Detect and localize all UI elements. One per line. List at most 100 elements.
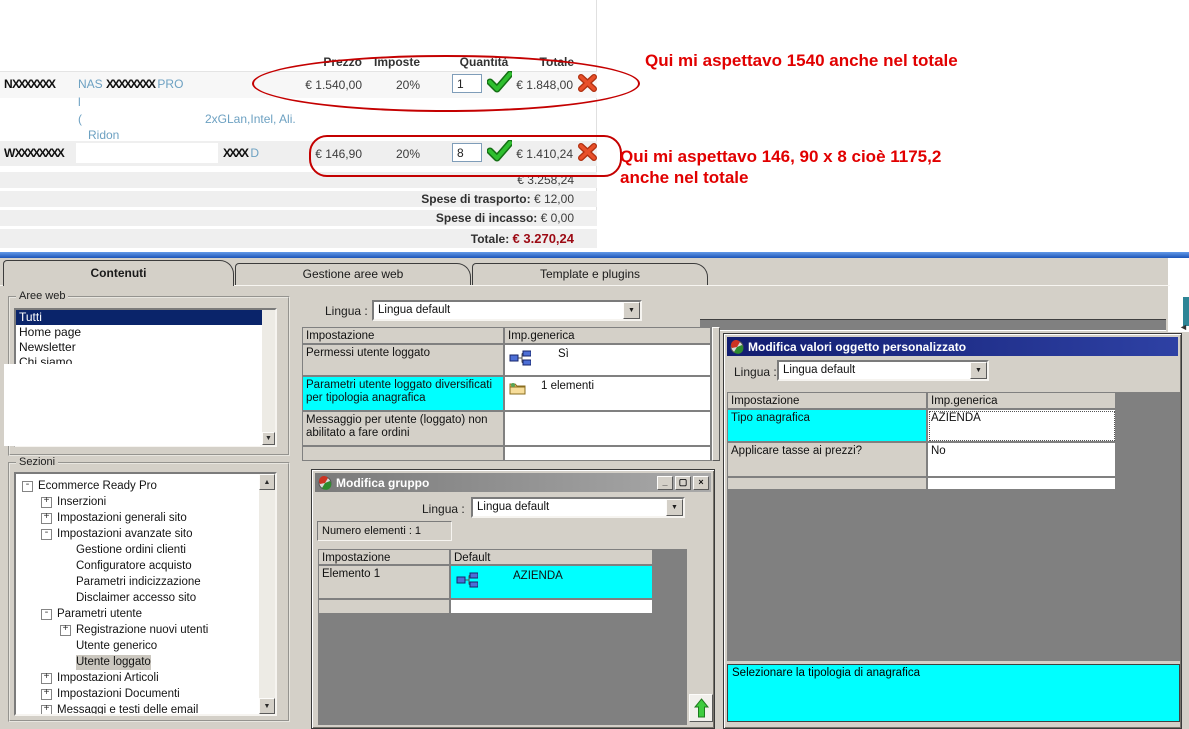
tree-item-gestione-ordini-clienti[interactable]: Gestione ordini clienti: [16, 542, 275, 558]
sezioni-tree[interactable]: - Ecommerce Ready Pro + Inserzioni + Imp…: [14, 472, 277, 716]
lingua-dropdown[interactable]: Lingua default ▼: [372, 300, 642, 321]
dialog-title: Modifica gruppo: [336, 475, 430, 490]
gruppo-row-name[interactable]: Elemento 1: [319, 566, 450, 599]
item2-code: W XXXXXXXX: [4, 146, 65, 160]
item1-desc-line3-prefix: (: [78, 112, 82, 126]
folder-icon: [509, 383, 526, 395]
modifica-valori-titlebar[interactable]: Modifica valori oggetto personalizzato: [727, 337, 1178, 356]
scroll-down-button[interactable]: ▼: [259, 698, 275, 714]
item2-confirm-check-icon[interactable]: [487, 140, 512, 162]
tree-item-ecommerce-ready-pro[interactable]: - Ecommerce Ready Pro: [16, 478, 275, 494]
item1-desc-line3: 2xGLan,Intel, Ali.: [205, 112, 296, 126]
setting-name-permessi[interactable]: Permessi utente loggato: [303, 345, 504, 376]
dropdown-arrow-icon[interactable]: ▼: [666, 499, 683, 516]
dialog-modifica-valori: Modifica valori oggetto personalizzato L…: [723, 333, 1182, 729]
close-button[interactable]: ×: [693, 475, 709, 490]
valori-value-applicare-tasse[interactable]: No: [928, 443, 1116, 477]
list-item-newsletter[interactable]: Newsletter: [16, 340, 262, 355]
minimize-button[interactable]: _: [657, 475, 673, 490]
app-icon: [730, 339, 744, 354]
tree-item-messaggi-e-testi-delle-email[interactable]: + Messaggi e testi delle email: [16, 702, 275, 714]
valori-header-imp-generica: Imp.generica: [928, 393, 1116, 409]
setting-value-permessi[interactable]: Sì: [505, 345, 711, 376]
tab-template-e-plugins[interactable]: Template e plugins: [472, 263, 708, 286]
item1-confirm-check-icon[interactable]: [487, 71, 512, 93]
setting-value-parametri-diversificati[interactable]: 1 elementi: [505, 377, 711, 411]
item2-qty-input[interactable]: [452, 143, 482, 162]
tree-expander[interactable]: -: [41, 529, 52, 540]
tree-expander[interactable]: +: [41, 689, 52, 700]
setting-value-messaggio-utente[interactable]: [505, 412, 711, 446]
tree-expander[interactable]: +: [41, 673, 52, 684]
tree-item-registrazione-nuovi-utenti[interactable]: + Registrazione nuovi utenti: [16, 622, 275, 638]
col-totale: Totale: [539, 55, 574, 69]
tree-item-parametri-indicizzazione[interactable]: Parametri indicizzazione: [16, 574, 275, 590]
tree-item-parametri-utente[interactable]: - Parametri utente: [16, 606, 275, 622]
scroll-left-icon[interactable]: ◄: [1179, 322, 1188, 332]
dropdown-arrow-icon[interactable]: ▼: [623, 302, 640, 319]
grand-total-value: € 3.270,24: [512, 231, 574, 246]
tree-item-utente-loggato[interactable]: Utente loggato: [16, 654, 275, 670]
gruppo-lingua-dropdown[interactable]: Lingua default ▼: [471, 497, 685, 518]
tree-expander[interactable]: -: [41, 609, 52, 620]
gruppo-header-default: Default: [451, 550, 653, 565]
collection-row: Spese di incasso: € 0,00: [0, 210, 597, 226]
tree-expander[interactable]: +: [60, 625, 71, 636]
tree-item-impostazioni-generali-sito[interactable]: + Impostazioni generali sito: [16, 510, 275, 526]
item1-desc-line4: Ridon: [88, 128, 120, 142]
item2-delete-icon[interactable]: [578, 143, 597, 161]
tree-expander[interactable]: +: [41, 705, 52, 714]
shipping-label: Spese di trasporto:: [421, 192, 531, 206]
collection-value: € 0,00: [540, 211, 574, 225]
col-imposte: Imposte: [373, 55, 420, 69]
tree-item-impostazioni-articoli[interactable]: + Impostazioni Articoli: [16, 670, 275, 686]
tab-gestione-aree-web[interactable]: Gestione aree web: [235, 263, 471, 286]
valori-name-tipo-anagrafica[interactable]: Tipo anagrafica: [728, 410, 927, 442]
tree-item-disclaimer-accesso-sito[interactable]: Disclaimer accesso sito: [16, 590, 275, 606]
list-item-home-page[interactable]: Home page: [16, 325, 262, 340]
numero-elementi-box: Numero elementi : 1: [317, 521, 452, 541]
aree-web-scrollbar[interactable]: ▼: [262, 310, 275, 445]
setting-name-parametri-diversificati[interactable]: Parametri utente loggato diversificati p…: [303, 377, 504, 411]
tree-item-inserzioni[interactable]: + Inserzioni: [16, 494, 275, 510]
modifica-gruppo-titlebar[interactable]: Modifica gruppo _ ▢ ×: [315, 473, 711, 492]
sezioni-label: Sezioni: [16, 456, 59, 468]
tab-contenuti[interactable]: Contenuti: [3, 260, 234, 286]
green-up-arrow-icon: [693, 698, 709, 718]
valori-value-tipo-anagrafica[interactable]: AZIENDA: [928, 410, 1116, 442]
tree-item-impostazioni-documenti[interactable]: + Impostazioni Documenti: [16, 686, 275, 702]
annotation-note2-line1: Qui mi aspettavo 146, 90 x 8 cioè 1175,2: [620, 147, 942, 166]
col-prezzo: Prezzo: [323, 55, 362, 69]
setting-name-messaggio-utente[interactable]: Messaggio per utente (loggato) non abili…: [303, 412, 504, 446]
valori-name-applicare-tasse[interactable]: Applicare tasse ai prezzi?: [728, 443, 927, 477]
gruppo-row-value[interactable]: AZIENDA: [451, 566, 653, 599]
item2-name-suffix: D: [250, 146, 260, 160]
tree-expander[interactable]: -: [22, 481, 33, 492]
item1-tax: 20%: [395, 78, 420, 92]
tree-item-impostazioni-avanzate-sito[interactable]: - Impostazioni avanzate sito: [16, 526, 275, 542]
sezioni-scrollbar[interactable]: ▲ ▼: [259, 474, 275, 714]
valori-lingua-dropdown[interactable]: Lingua default ▼: [777, 360, 989, 381]
settings-scrollbar[interactable]: [712, 327, 720, 461]
tree-item-configuratore-acquisto[interactable]: Configuratore acquisto: [16, 558, 275, 574]
maximize-button[interactable]: ▢: [675, 475, 691, 490]
valori-table: Impostazione Imp.generica Tipo anagrafic…: [727, 392, 1117, 490]
list-item-tutti[interactable]: Tutti: [16, 310, 262, 325]
item1-delete-icon[interactable]: [578, 74, 597, 92]
item1-code: N XXXXXXX: [4, 77, 56, 91]
scroll-up-button[interactable]: ▲: [259, 474, 275, 490]
tree-item-utente-generico[interactable]: Utente generico: [16, 638, 275, 654]
grand-total-row: Totale: € 3.270,24: [0, 229, 597, 248]
setting-empty-name: [303, 447, 504, 461]
tree-expander[interactable]: +: [41, 497, 52, 508]
tree-expander[interactable]: +: [41, 513, 52, 524]
dropdown-arrow-icon[interactable]: ▼: [970, 362, 987, 379]
move-up-button[interactable]: [689, 694, 713, 722]
item1-name-suffix: PRO: [157, 77, 184, 91]
item1-qty-input[interactable]: [452, 74, 482, 93]
setting-empty-value: [505, 447, 711, 461]
hierarchy-icon: [509, 350, 531, 366]
settings-table: Impostazione Imp.generica Permessi utent…: [302, 327, 712, 461]
scroll-down-button[interactable]: ▼: [262, 432, 275, 445]
gruppo-empty-name: [319, 600, 450, 614]
